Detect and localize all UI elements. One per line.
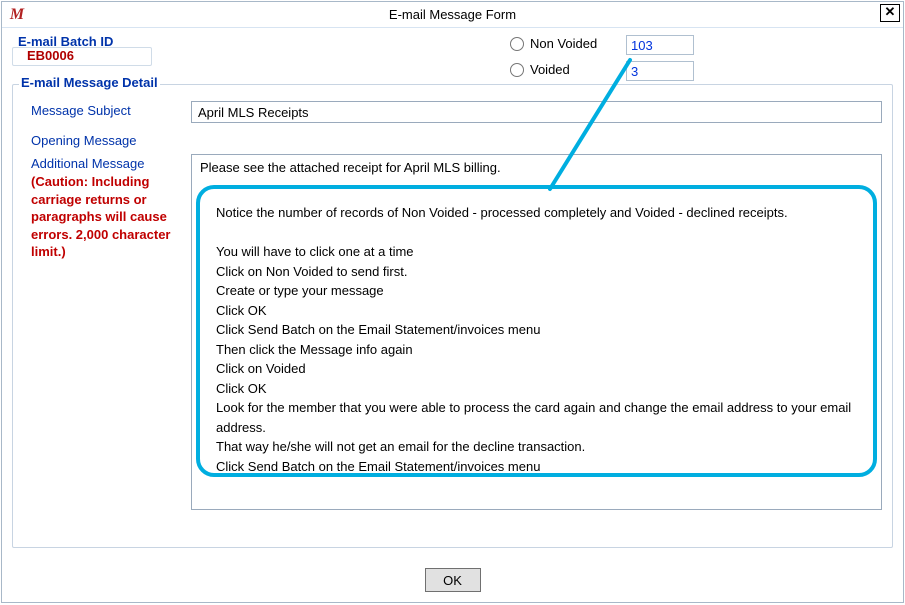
voided-row: Voided [510, 62, 570, 77]
close-icon: ✕ [885, 4, 896, 19]
callout-l6: Click Send Batch on the Email Statement/… [216, 320, 857, 340]
content-area: E-mail Batch ID EB0006 Non Voided Voided… [2, 28, 903, 602]
callout-l7: Then click the Message info again [216, 340, 857, 360]
voided-radio[interactable] [510, 63, 524, 77]
callout-l9: Click OK [216, 379, 857, 399]
non-voided-radio[interactable] [510, 37, 524, 51]
callout-l10: Look for the member that you were able t… [216, 398, 857, 437]
non-voided-label: Non Voided [530, 36, 597, 51]
subject-row: Message Subject [23, 101, 882, 123]
instruction-callout: Notice the number of records of Non Void… [196, 185, 877, 477]
batch-group: E-mail Batch ID EB0006 Non Voided Voided [12, 34, 893, 66]
voided-label: Voided [530, 62, 570, 77]
callout-l11: That way he/she will not get an email fo… [216, 437, 857, 457]
window-title: E-mail Message Form [2, 7, 903, 22]
voided-count[interactable] [626, 61, 694, 81]
email-detail-legend: E-mail Message Detail [19, 75, 160, 90]
callout-l4: Create or type your message [216, 281, 857, 301]
opening-row: Opening Message [23, 131, 882, 148]
additional-row: Additional Message (Caution: Including c… [23, 154, 882, 510]
titlebar: M E-mail Message Form ✕ [2, 2, 903, 28]
non-voided-count[interactable] [626, 35, 694, 55]
subject-input[interactable] [191, 101, 882, 123]
warning-text: (Caution: Including carriage returns or … [31, 173, 183, 261]
callout-l8: Click on Voided [216, 359, 857, 379]
callout-l5: Click OK [216, 301, 857, 321]
window-frame: M E-mail Message Form ✕ E-mail Batch ID … [1, 1, 904, 603]
additional-message-box[interactable]: Please see the attached receipt for Apri… [191, 154, 882, 510]
batch-id-value: EB0006 [12, 47, 152, 66]
additional-label: Additional Message [23, 154, 191, 171]
callout-l3: Click on Non Voided to send first. [216, 262, 857, 282]
additional-label-col: Additional Message (Caution: Including c… [23, 154, 191, 261]
opening-label: Opening Message [23, 131, 191, 148]
subject-label: Message Subject [23, 101, 191, 118]
non-voided-row: Non Voided [510, 36, 597, 51]
callout-l12: Click Send Batch on the Email Statement/… [216, 457, 857, 477]
close-button[interactable]: ✕ [880, 4, 900, 22]
additional-message-text: Please see the attached receipt for Apri… [200, 159, 873, 177]
callout-l1: Notice the number of records of Non Void… [216, 203, 857, 223]
ok-button[interactable]: OK [425, 568, 481, 592]
callout-l2: You will have to click one at a time [216, 242, 857, 262]
email-detail-fieldset: E-mail Message Detail Message Subject Op… [12, 84, 893, 548]
